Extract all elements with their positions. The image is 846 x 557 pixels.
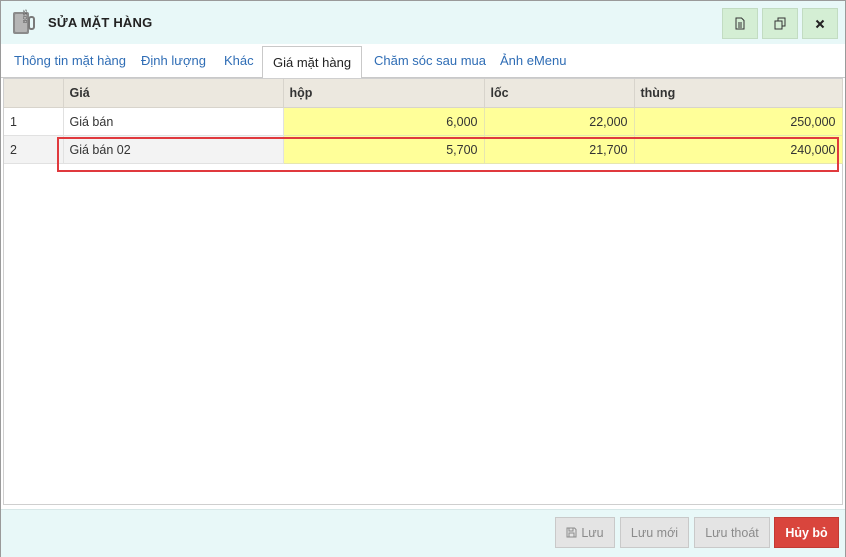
column-header-carton[interactable]: thùng	[634, 79, 843, 108]
document-button[interactable]	[722, 8, 758, 39]
price-grid: Giá hộp lốc thùng 1 Giá bán 6,000 22,000…	[3, 78, 843, 505]
price-pack-cell[interactable]: 22,000	[484, 107, 635, 136]
save-exit-button[interactable]: Lưu thoát	[694, 517, 770, 548]
table-row[interactable]: 1 Giá bán 6,000 22,000 250,000	[4, 107, 843, 136]
close-icon	[815, 19, 825, 28]
cancel-button[interactable]: Hủy bỏ	[774, 517, 839, 548]
tab-other[interactable]: Khác	[224, 44, 254, 77]
column-header-price[interactable]: Giá	[63, 79, 284, 108]
footer-bar: Lưu Lưu mới Lưu thoát Hủy bỏ	[1, 509, 845, 557]
price-carton-cell[interactable]: 240,000	[634, 135, 843, 164]
price-box-cell[interactable]: 5,700	[283, 135, 485, 164]
column-header-box[interactable]: hộp	[283, 79, 485, 108]
dialog-title: SỬA MẶT HÀNG	[48, 15, 153, 30]
row-index: 1	[4, 107, 64, 136]
save-new-button[interactable]: Lưu mới	[620, 517, 689, 548]
price-name-cell[interactable]: Giá bán	[63, 107, 284, 136]
tab-emenu-image[interactable]: Ảnh eMenu	[500, 44, 567, 77]
tab-bar: Thông tin mặt hàng Định lượng Khác Giá m…	[1, 44, 845, 79]
tab-item-info[interactable]: Thông tin mặt hàng	[14, 44, 126, 77]
column-header-pack[interactable]: lốc	[484, 79, 635, 108]
svg-text:BOSS: BOSS	[23, 9, 29, 23]
title-bar: BOSS SỬA MẶT HÀNG	[1, 1, 845, 44]
copy-icon	[774, 17, 785, 30]
save-icon	[566, 527, 577, 538]
document-icon	[735, 17, 745, 30]
boss-app-icon: BOSS	[11, 9, 37, 37]
column-header-index	[4, 79, 64, 108]
price-pack-cell[interactable]: 21,700	[484, 135, 635, 164]
tab-quantification[interactable]: Định lượng	[141, 44, 206, 77]
price-name-cell[interactable]: Giá bán 02	[63, 135, 284, 164]
tab-after-sales-care[interactable]: Chăm sóc sau mua	[374, 44, 486, 77]
copy-button[interactable]	[762, 8, 798, 39]
price-carton-cell[interactable]: 250,000	[634, 107, 843, 136]
edit-item-dialog: BOSS SỬA MẶT HÀNG Thông tin mặt hàng Địn…	[0, 0, 846, 557]
grid-header-row: Giá hộp lốc thùng	[4, 79, 843, 108]
close-button[interactable]	[802, 8, 838, 39]
price-box-cell[interactable]: 6,000	[283, 107, 485, 136]
tab-item-price[interactable]: Giá mặt hàng	[262, 46, 363, 79]
save-button[interactable]: Lưu	[555, 517, 615, 548]
table-row[interactable]: 2 Giá bán 02 5,700 21,700 240,000	[4, 135, 843, 164]
save-label: Lưu	[581, 525, 604, 540]
row-index: 2	[4, 135, 64, 164]
